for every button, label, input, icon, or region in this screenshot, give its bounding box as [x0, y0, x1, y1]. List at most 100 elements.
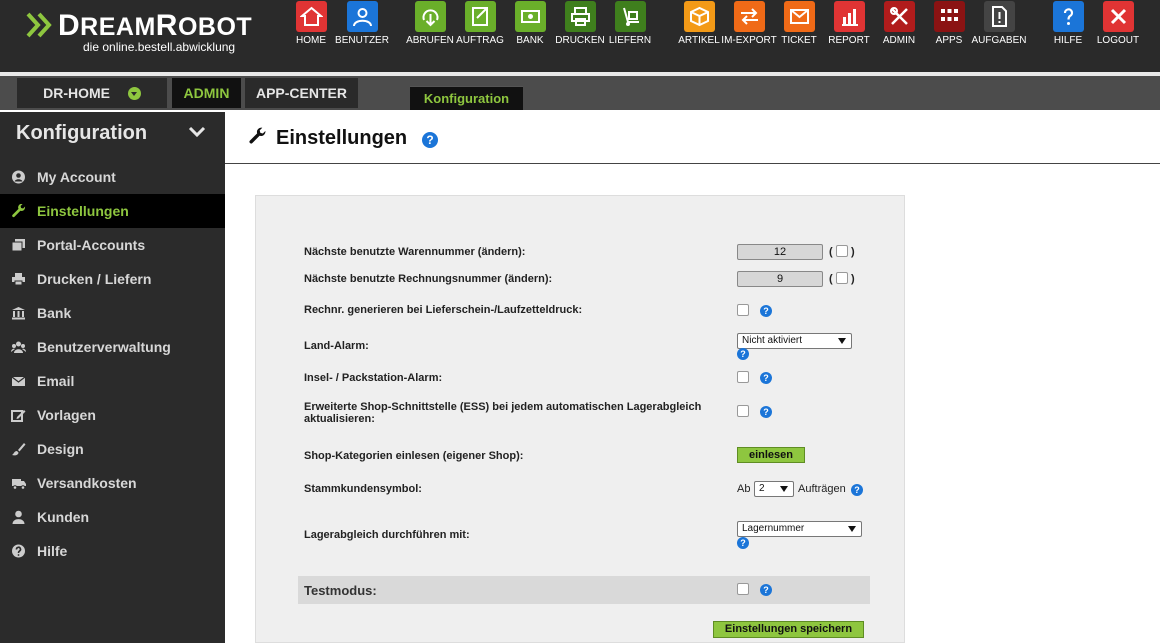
testmodus-row: Testmodus: ?	[298, 576, 870, 604]
warennummer-field[interactable]: 12	[737, 244, 823, 260]
apps-grid-icon	[933, 1, 965, 32]
tab-app-center-label: APP-CENTER	[255, 85, 347, 101]
sidebar-item-label: Kunden	[37, 509, 90, 525]
stammkunden-suffix: Aufträgen	[798, 483, 846, 495]
help-icon[interactable]: ?	[760, 372, 772, 384]
sidebar-item-label: Einstellungen	[37, 203, 129, 219]
sidebar-item-label: My Account	[37, 169, 116, 185]
home-icon	[295, 1, 327, 32]
land-alarm-label: Land-Alarm:	[304, 340, 369, 352]
rechnungsnummer-field[interactable]: 9	[737, 271, 823, 287]
nav-aufgaben-label: AUFGABEN	[971, 35, 1027, 46]
sidebar-item-label: Drucken / Liefern	[37, 271, 152, 287]
user-icon	[346, 1, 378, 32]
rechnungsnummer-label: Nächste benutzte Rechnungsnummer (ändern…	[304, 273, 553, 285]
insel-alarm-checkbox[interactable]	[737, 371, 749, 383]
hand-truck-icon	[614, 1, 646, 32]
sidebar-item-bank[interactable]: Bank	[0, 296, 225, 330]
tab-dr-home[interactable]: DR-HOME	[17, 78, 167, 108]
help-icon[interactable]: ?	[737, 348, 749, 360]
sidebar-item-vorlagen[interactable]: Vorlagen	[0, 398, 225, 432]
sidebar-item-benutzerverwaltung[interactable]: Benutzerverwaltung	[0, 330, 225, 364]
sidebar-item-label: Vorlagen	[37, 407, 96, 423]
einlesen-button[interactable]: einlesen	[737, 447, 805, 463]
save-settings-button[interactable]: Einstellungen speichern	[713, 621, 864, 638]
import-export-icon	[733, 1, 765, 32]
brand-tagline: die online.bestell.abwicklung	[83, 40, 236, 54]
nav-liefern-button[interactable]: LIEFERN	[600, 1, 660, 46]
help-icon[interactable]: ?	[760, 584, 772, 596]
tab-app-center[interactable]: APP-CENTER	[245, 78, 358, 108]
sidebar-item-label: Email	[37, 373, 75, 389]
sidebar-item-hilfe[interactable]: Hilfe	[0, 534, 225, 568]
sidebar-item-label: Benutzerverwaltung	[37, 339, 171, 355]
page-header: Einstellungen ?	[225, 112, 1160, 164]
sidebar-item-label: Hilfe	[37, 543, 68, 559]
help-icon[interactable]: ?	[760, 406, 772, 418]
top-navigation-bar: DREAMROBOT die online.bestell.abwicklung…	[0, 0, 1160, 72]
tab-admin[interactable]: ADMIN	[172, 78, 241, 108]
sidebar-item-label: Bank	[37, 305, 72, 321]
paren-close: )	[851, 273, 855, 285]
wrench-icon	[249, 127, 266, 144]
rechnr-generieren-label: Rechnr. generieren bei Lieferschein-/Lau…	[304, 304, 583, 316]
rechnr-generieren-checkbox[interactable]	[737, 304, 749, 316]
help-icon	[1052, 1, 1084, 32]
printer-icon	[564, 1, 596, 32]
help-icon[interactable]: ?	[851, 484, 863, 496]
help-icon[interactable]: ?	[422, 132, 438, 148]
sidebar-item-my-account[interactable]: My Account	[0, 160, 225, 194]
logo-chevrons-icon	[26, 12, 52, 38]
box-icon	[683, 1, 715, 32]
paren-open: (	[829, 273, 833, 285]
sidebar-item-einstellungen[interactable]: Einstellungen	[0, 194, 225, 228]
land-alarm-select[interactable]: Nicht aktiviert	[737, 333, 852, 349]
sidebar-title: Konfiguration	[16, 122, 148, 144]
sidebar-item-kunden[interactable]: Kunden	[0, 500, 225, 534]
warennummer-aendern-checkbox[interactable]	[836, 245, 848, 257]
rechnungsnummer-aendern-checkbox[interactable]	[836, 272, 848, 284]
sidebar-item-versandkosten[interactable]: Versandkosten	[0, 466, 225, 500]
page-title: Einstellungen	[276, 127, 408, 149]
tab-dr-home-label: DR-HOME	[43, 85, 110, 101]
sidebar-item-label: Versandkosten	[37, 475, 137, 491]
tab-admin-label: ADMIN	[183, 85, 230, 101]
download-icon	[414, 1, 446, 32]
dropdown-arrow-icon	[848, 526, 856, 532]
nav-logout-button[interactable]: LOGOUT	[1088, 1, 1148, 46]
settings-panel: Nächste benutzte Warennummer (ändern): 1…	[255, 195, 905, 643]
help-icon[interactable]: ?	[737, 537, 749, 549]
task-icon	[983, 1, 1015, 32]
sidebar: Konfiguration My Account Einstellungen Por…	[0, 112, 225, 643]
nav-liefern-label: LIEFERN	[608, 35, 652, 46]
sidebar-item-design[interactable]: Design	[0, 432, 225, 466]
stammkunden-label: Stammkundensymbol:	[304, 483, 422, 495]
lagerabgleich-label: Lagerabgleich durchführen mit:	[304, 529, 470, 541]
sidebar-item-label: Portal-Accounts	[37, 237, 146, 253]
sidebar-item-email[interactable]: Email	[0, 364, 225, 398]
lagerabgleich-select[interactable]: Lagernummer	[737, 521, 862, 537]
nav-benutzer-label: BENUTZER	[335, 35, 389, 46]
report-icon	[833, 1, 865, 32]
envelope-icon	[783, 1, 815, 32]
dropdown-arrow-icon	[838, 338, 846, 344]
bank-icon	[514, 1, 546, 32]
sidebar-item-portal-accounts[interactable]: Portal-Accounts	[0, 228, 225, 262]
sidebar-item-drucken-liefern[interactable]: Drucken / Liefern	[0, 262, 225, 296]
chevron-down-icon[interactable]	[188, 126, 206, 138]
nav-aufgaben-button[interactable]: AUFGABEN	[969, 1, 1029, 46]
warennummer-label: Nächste benutzte Warennummer (ändern):	[304, 246, 526, 258]
stammkunden-selected: 2	[759, 483, 765, 494]
nav-benutzer-button[interactable]: BENUTZER	[332, 1, 392, 46]
chevron-down-icon[interactable]	[127, 86, 141, 100]
land-alarm-selected: Nicht aktiviert	[742, 335, 803, 346]
paren-open: (	[829, 246, 833, 258]
ess-label: Erweiterte Shop-Schnittstelle (ESS) bei …	[304, 401, 702, 425]
ess-checkbox[interactable]	[737, 405, 749, 417]
lagerabgleich-selected: Lagernummer	[742, 523, 805, 534]
stammkunden-prefix: Ab	[737, 483, 751, 495]
testmodus-checkbox[interactable]	[737, 583, 749, 595]
subtab-konfiguration[interactable]: Konfiguration	[410, 86, 523, 110]
stammkunden-select[interactable]: 2	[754, 481, 794, 497]
help-icon[interactable]: ?	[760, 305, 772, 317]
